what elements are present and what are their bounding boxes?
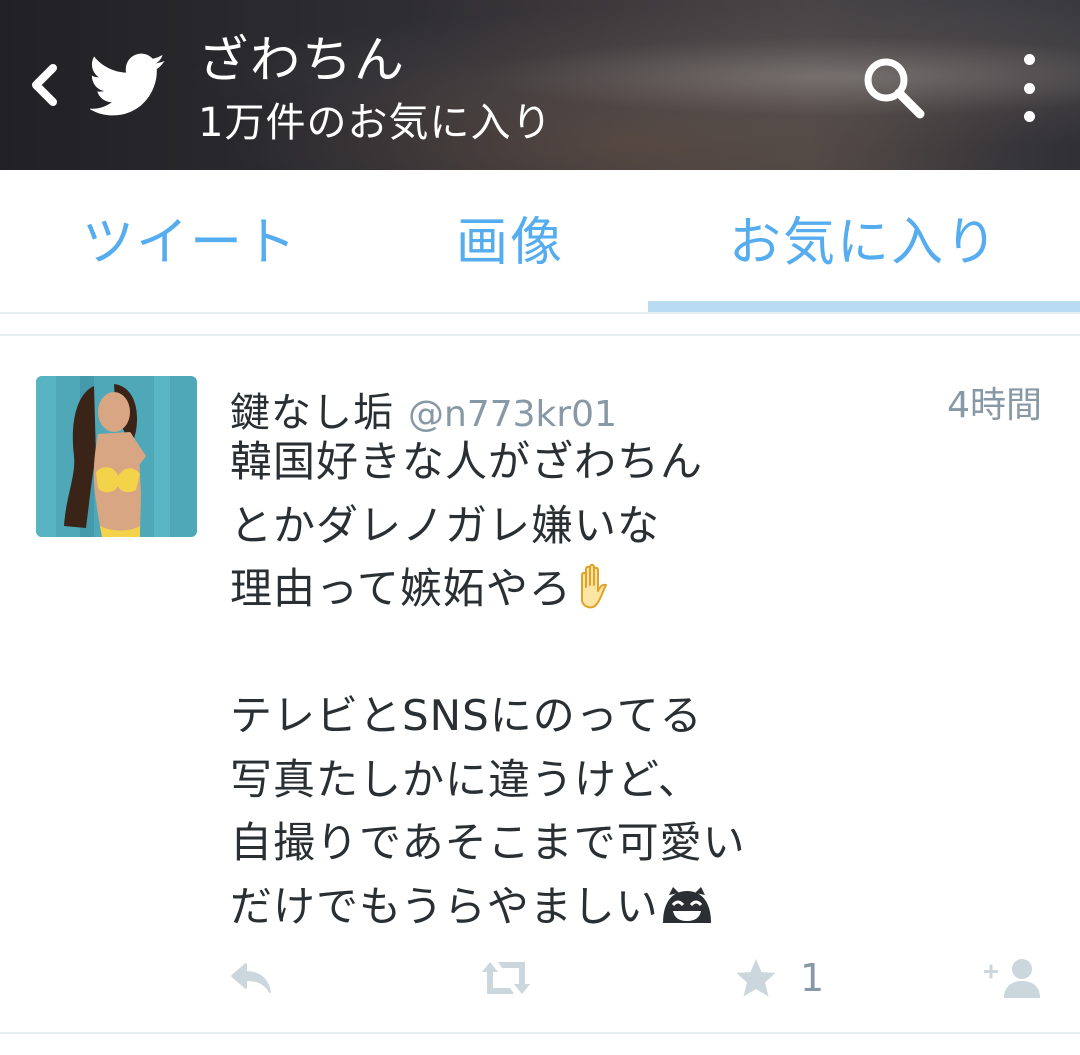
grinning-face-emoji <box>659 883 715 947</box>
tweet-line-with-emoji: だけでもうらやましい <box>230 875 1050 939</box>
twitter-bird-icon <box>88 50 166 120</box>
retweet-button[interactable] <box>478 948 534 1008</box>
reply-icon <box>231 963 271 993</box>
reply-button[interactable] <box>228 948 278 1008</box>
more-dot <box>1023 111 1035 122</box>
tabs-divider <box>0 312 1080 314</box>
profile-tabs: ツイート 画像 お気に入り <box>0 170 1080 314</box>
tweet-line: 韓国好きな人がざわちん <box>230 437 704 486</box>
tweet-line-with-emoji: 理由って嫉妬やろ <box>230 557 1050 621</box>
tab-images[interactable]: 画像 <box>330 170 690 304</box>
tab-tweets[interactable]: ツイート <box>0 170 380 304</box>
more-dot <box>1023 54 1035 65</box>
tweet-bottom-divider <box>0 1032 1080 1034</box>
profile-header: ざわちん 1万件のお気に入り <box>0 0 1080 170</box>
tweet-text: 韓国好きな人がざわちん とかダレノガレ嫌いな 理由って嫉妬やろ テレビとSNSに… <box>230 430 1050 938</box>
favorite-button[interactable] <box>734 948 778 1008</box>
favorite-count: 1 <box>800 956 825 1000</box>
tweet-line: 自撮りであそこまで可愛い <box>230 818 746 867</box>
retweet-icon <box>482 962 530 994</box>
follow-button[interactable] <box>980 948 1046 1008</box>
tweet-actions: 1 <box>0 948 1080 1008</box>
search-icon <box>864 58 925 119</box>
user-handle[interactable]: @n773kr01 <box>408 394 617 435</box>
favorites-count: 1万件のお気に入り <box>198 100 553 146</box>
search-button[interactable] <box>858 52 930 124</box>
tweet-line <box>230 621 1050 685</box>
tweet-author: 鍵なし垢 @n773kr01 <box>230 380 617 436</box>
more-dot <box>1023 82 1035 94</box>
tweet-line: だけでもうらやましい <box>230 881 659 931</box>
raised-hand-emoji <box>572 561 620 629</box>
back-button[interactable] <box>14 50 74 120</box>
tweet-line: 写真たしかに違うけど、 <box>230 754 701 804</box>
tweet-line: とかダレノガレ嫌いな <box>230 500 661 550</box>
tab-favorites[interactable]: お気に入り <box>648 170 1080 304</box>
chevron-left-icon <box>32 64 57 106</box>
more-options-button[interactable] <box>1004 50 1054 126</box>
profile-name: ざわちん <box>198 31 406 89</box>
star-icon <box>736 959 776 997</box>
avatar[interactable] <box>36 376 197 537</box>
tweet-line: 理由って嫉妬やろ <box>230 564 572 613</box>
tweet-card[interactable]: 鍵なし垢 @n773kr01 4時間 韓国好きな人がざわちん とかダレノガレ嫌い… <box>0 336 1080 1032</box>
tweet-line: テレビとSNSにのってる <box>230 691 703 740</box>
follow-icon <box>984 959 1040 998</box>
tweet-timestamp: 4時間 <box>947 385 1042 426</box>
